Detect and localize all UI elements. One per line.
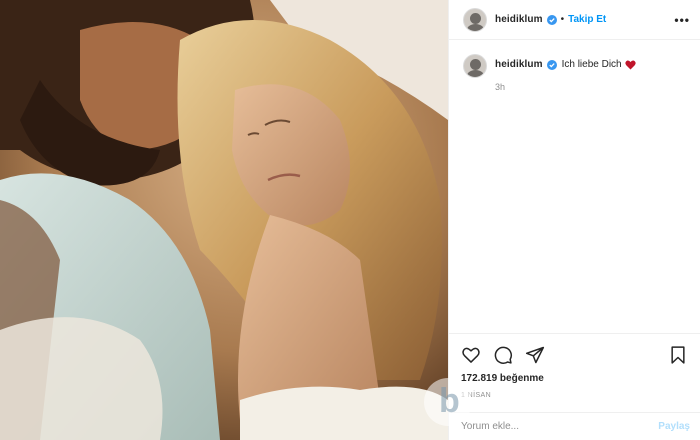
post-date: 1 NİSAN (461, 392, 492, 399)
more-options-icon[interactable]: ••• (674, 13, 690, 27)
avatar[interactable] (463, 7, 487, 32)
verified-badge-icon (546, 59, 557, 70)
red-heart-emoji-icon (624, 60, 636, 69)
post-photo[interactable] (0, 0, 448, 440)
post-side-panel: heidiklum • Takip Et ••• heidiklum Ich l… (448, 0, 700, 440)
separator-dot: • (560, 14, 565, 25)
comment-input[interactable] (461, 421, 659, 432)
instagram-post: heidiklum • Takip Et ••• heidiklum Ich l… (0, 0, 700, 440)
follow-button[interactable]: Takip Et (568, 14, 606, 25)
bookmark-icon[interactable] (668, 345, 688, 365)
verified-badge-icon (546, 14, 557, 25)
photo-illustration (0, 0, 448, 440)
caption-time[interactable]: 3h (495, 81, 636, 94)
watermark-logo (424, 378, 472, 426)
username[interactable]: heidiklum (495, 14, 543, 25)
share-direct-icon[interactable] (525, 345, 545, 365)
action-icons (461, 344, 688, 366)
likes-count[interactable]: 172.819 beğenme (461, 373, 688, 384)
caption-body: heidiklum Ich liebe Dich 3h (495, 54, 636, 94)
comment-icon[interactable] (493, 345, 513, 365)
post-header: heidiklum • Takip Et ••• (449, 0, 700, 40)
like-heart-icon[interactable] (461, 345, 481, 365)
caption-row: heidiklum Ich liebe Dich (495, 58, 636, 71)
share-button[interactable]: Paylaş (658, 421, 690, 432)
caption: heidiklum Ich liebe Dich 3h (449, 40, 700, 94)
post-actions: 172.819 beğenme 1 NİSAN (449, 333, 700, 399)
caption-username[interactable]: heidiklum (495, 58, 543, 71)
caption-text: Ich liebe Dich (561, 59, 622, 70)
caption-avatar[interactable] (463, 54, 487, 78)
comment-bar: Paylaş (449, 412, 700, 440)
